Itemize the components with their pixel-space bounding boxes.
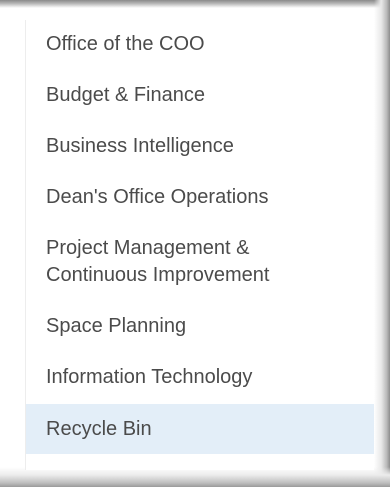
nav-item-label: Office of the COO [46,33,205,55]
nav-item-office-of-the-coo[interactable]: Office of the COO [26,20,374,71]
top-shadow [0,0,390,8]
nav-item-budget-finance[interactable]: Budget & Finance [26,71,374,122]
nav-item-label: Business Intelligence [46,135,234,157]
right-shadow [374,0,390,487]
nav-item-label: Budget & Finance [46,84,205,106]
nav-list: Office of the COO Budget & Finance Busin… [26,20,374,454]
nav-item-label-line2: Continuous Improvement [46,264,270,286]
nav-item-recycle-bin[interactable]: Recycle Bin [26,404,374,454]
nav-item-label: Recycle Bin [46,418,152,440]
screenshot-frame: Office of the COO Budget & Finance Busin… [0,0,390,487]
nav-item-label: Dean's Office Operations [46,186,269,208]
nav-item-label-line1: Project Management & [46,237,250,259]
nav-item-label: Space Planning [46,315,187,337]
bottom-shadow [0,467,390,487]
nav-item-label: Information Technology [46,366,253,388]
nav-item-deans-office-operations[interactable]: Dean's Office Operations [26,173,374,224]
nav-item-project-management[interactable]: Project Management & Continuous Improvem… [26,224,374,302]
nav-item-business-intelligence[interactable]: Business Intelligence [26,122,374,173]
nav-item-space-planning[interactable]: Space Planning [26,302,374,353]
quick-launch-nav: Office of the COO Budget & Finance Busin… [25,20,374,470]
nav-item-information-technology[interactable]: Information Technology [26,353,374,404]
